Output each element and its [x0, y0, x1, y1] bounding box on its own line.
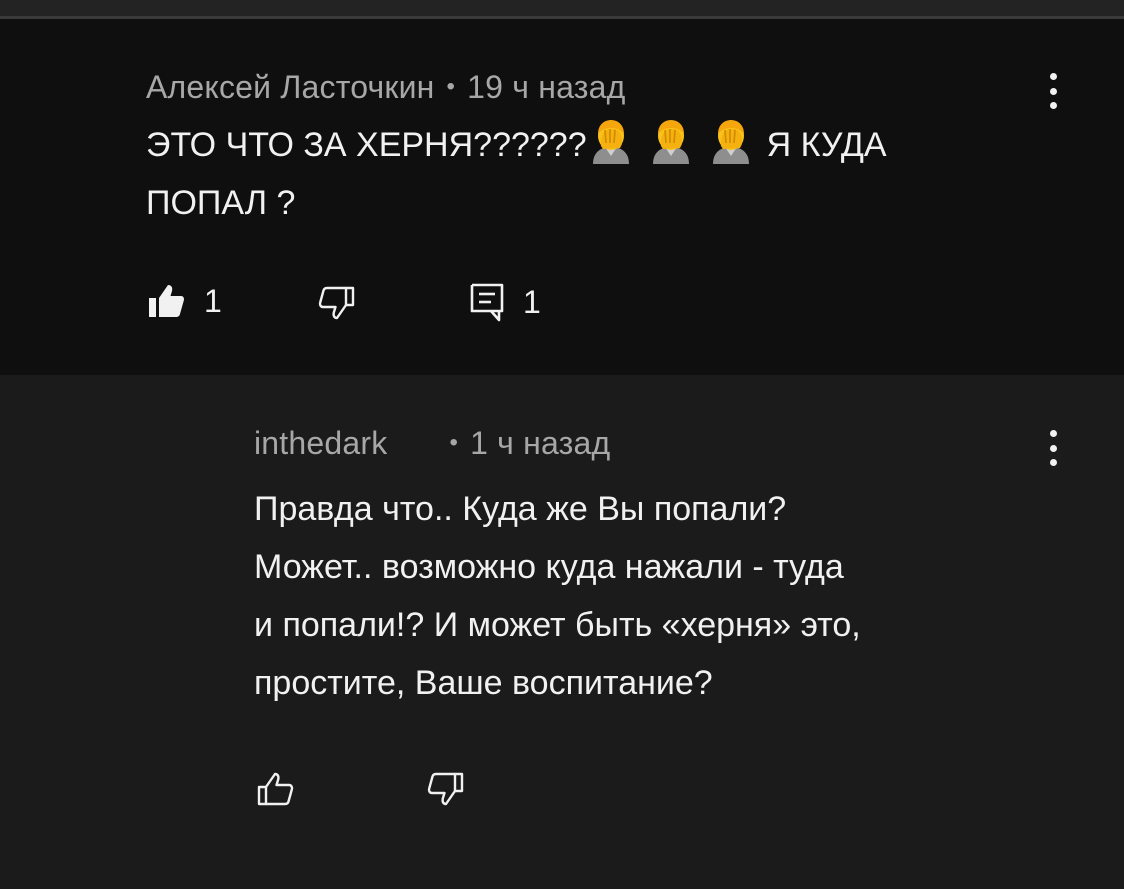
- reply-like-button[interactable]: [256, 769, 296, 809]
- face-palm-emoji-icon: [647, 116, 695, 164]
- face-palm-emoji-icon: [707, 116, 755, 164]
- dislike-button[interactable]: [316, 283, 356, 323]
- comment-thread-main: Алексей Ласточкин • 19 ч назад ЭТО ЧТО ЗА …: [0, 19, 1124, 375]
- reply-menu-button[interactable]: [1043, 428, 1063, 468]
- comment-timestamp[interactable]: 19 ч назад: [467, 69, 625, 105]
- thumbs-down-outline-icon: [425, 769, 465, 809]
- reply-text: Правда что.. Куда же Вы попали? Может.. …: [254, 480, 1074, 712]
- reply-button[interactable]: 1: [469, 282, 541, 322]
- comment-thread-reply: inthedark • 1 ч назад Правда что.. Куда же…: [0, 375, 1124, 889]
- face-palm-emoji-icon: [587, 116, 635, 164]
- comment-text: ЭТО ЧТО ЗА ХЕРНЯ?????? Я КУДА ПОПАЛ ?: [146, 116, 1046, 232]
- reply-text-line: Правда что.. Куда же Вы попали?: [254, 490, 787, 528]
- reply-dislike-button[interactable]: [425, 769, 465, 809]
- meta-separator: •: [449, 429, 459, 456]
- reply-count: 1: [523, 283, 541, 320]
- reply-meta: inthedark • 1 ч назад: [254, 425, 610, 462]
- thumbs-up-filled-icon: [146, 281, 186, 321]
- meta-separator: •: [446, 73, 456, 100]
- more-vertical-icon: [1049, 430, 1057, 437]
- reply-author[interactable]: inthedark: [254, 425, 387, 461]
- thumbs-up-outline-icon: [256, 769, 296, 809]
- comment-text-part2: Я КУДА: [766, 126, 887, 164]
- reply-text-line: и попали!? И может быть «херня» это,: [254, 606, 861, 644]
- thumbs-down-outline-icon: [316, 283, 356, 323]
- like-button[interactable]: 1: [146, 281, 222, 321]
- comment-icon: [469, 282, 505, 322]
- reply-timestamp[interactable]: 1 ч назад: [470, 425, 610, 461]
- comment-text-part1: ЭТО ЧТО ЗА ХЕРНЯ??????: [146, 126, 587, 164]
- reply-text-line: простите, Ваше воспитание?: [254, 664, 713, 702]
- more-vertical-icon: [1049, 73, 1057, 80]
- comment-menu-button[interactable]: [1043, 71, 1063, 111]
- comment-meta: Алексей Ласточкин • 19 ч назад: [146, 69, 625, 106]
- reply-text-line: Может.. возможно куда нажали - туда: [254, 548, 844, 586]
- like-count: 1: [204, 282, 222, 319]
- comment-author[interactable]: Алексей Ласточкин: [146, 69, 435, 105]
- top-bar: [0, 0, 1124, 16]
- comment-text-line2: ПОПАЛ ?: [146, 184, 296, 222]
